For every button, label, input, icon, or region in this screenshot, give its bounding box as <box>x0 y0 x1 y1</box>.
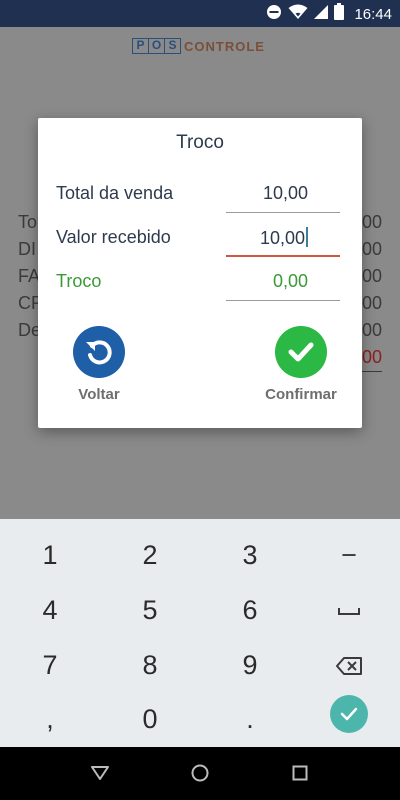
bg-value: 00 <box>361 320 382 340</box>
logo-letters: P O S <box>132 38 181 54</box>
change-field[interactable]: 0,00 <box>273 271 308 292</box>
key-2[interactable]: 2 <box>100 528 200 583</box>
key-5[interactable]: 5 <box>100 583 200 638</box>
field-underline-active <box>226 255 340 257</box>
field-underline <box>226 212 340 213</box>
key-backspace[interactable] <box>299 638 399 693</box>
amount-received-value: 10,00 <box>259 228 305 248</box>
bg-value: 00 <box>361 266 382 286</box>
confirm-button[interactable]: Confirmar <box>256 326 346 403</box>
logo-letter: P <box>132 38 149 54</box>
key-3[interactable]: 3 <box>200 528 300 583</box>
key-space[interactable] <box>299 583 399 638</box>
amount-received-row: Valor recebido 10,00 <box>56 221 340 257</box>
key-7[interactable]: 7 <box>0 638 100 693</box>
total-sale-label: Total da venda <box>56 183 174 203</box>
key-done[interactable] <box>299 686 399 741</box>
backspace-icon <box>336 656 362 675</box>
back-triangle-icon <box>91 766 109 780</box>
back-nav-button[interactable] <box>87 760 113 786</box>
change-dialog: Troco Total da venda 10,00 Valor recebid… <box>38 118 362 428</box>
key-0[interactable]: 0 <box>100 692 200 747</box>
key-comma[interactable]: , <box>0 692 100 747</box>
logo-letter: S <box>164 38 181 54</box>
bg-value: 00 <box>361 239 382 259</box>
bg-value: 00 <box>361 293 382 313</box>
signal-icon <box>314 4 329 24</box>
back-circle[interactable] <box>73 326 125 378</box>
total-sale-row: Total da venda 10,00 <box>56 177 340 213</box>
space-icon <box>338 607 360 615</box>
done-key-circle[interactable] <box>330 694 368 733</box>
check-icon <box>288 342 314 362</box>
background-values: 00 00 00 00 00 00 <box>362 209 382 371</box>
battery-icon <box>334 3 345 25</box>
confirm-label[interactable]: Confirmar <box>256 386 346 403</box>
home-circle-icon <box>191 764 209 782</box>
recents-square-icon <box>292 765 308 781</box>
dialog-title: Troco <box>176 132 224 153</box>
key-1[interactable]: 1 <box>0 528 100 583</box>
amount-received-field[interactable]: 10,00 <box>260 227 308 249</box>
navigation-bar <box>0 747 400 800</box>
status-icons: 16:44 <box>266 3 392 25</box>
text-cursor <box>306 227 308 247</box>
undo-icon <box>86 340 112 365</box>
key-minus[interactable]: − <box>299 528 399 583</box>
numeric-keyboard: 1 2 3 − 4 5 6 7 8 9 , 0 . <box>0 519 400 747</box>
back-label[interactable]: Voltar <box>54 386 144 403</box>
key-6[interactable]: 6 <box>200 583 300 638</box>
field-underline <box>226 300 340 301</box>
key-8[interactable]: 8 <box>100 638 200 693</box>
recents-nav-button[interactable] <box>287 760 313 786</box>
do-not-disturb-icon <box>266 4 282 25</box>
check-icon <box>340 707 358 720</box>
logo-letter: O <box>148 38 165 54</box>
change-label: Troco <box>56 271 102 291</box>
key-4[interactable]: 4 <box>0 583 100 638</box>
amount-received-label: Valor recebido <box>56 227 171 247</box>
status-time: 16:44 <box>354 5 392 23</box>
app-logo: P O S CONTROLE <box>132 38 265 54</box>
bg-value: 00 <box>361 212 382 232</box>
bg-value-negative: 00 <box>361 347 382 367</box>
status-bar: 16:44 <box>0 0 400 27</box>
logo-text: CONTROLE <box>184 38 265 54</box>
back-button[interactable]: Voltar <box>54 326 144 403</box>
wifi-icon <box>288 4 308 25</box>
key-9[interactable]: 9 <box>200 638 300 693</box>
home-nav-button[interactable] <box>187 760 213 786</box>
confirm-circle[interactable] <box>275 326 327 378</box>
bg-divider <box>362 371 382 372</box>
key-period[interactable]: . <box>200 692 300 747</box>
total-sale-field[interactable]: 10,00 <box>263 183 308 204</box>
change-row: Troco 0,00 <box>56 265 340 301</box>
